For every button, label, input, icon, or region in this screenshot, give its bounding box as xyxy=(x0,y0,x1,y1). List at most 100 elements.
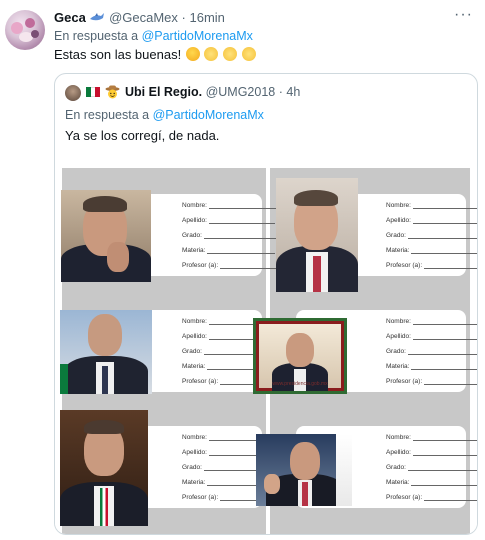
label-field-row: Grado: xyxy=(386,232,477,239)
label-field-name: Nombre: xyxy=(386,202,411,209)
label-field-name: Apellido: xyxy=(386,217,411,224)
quoted-tweet-text: Ya se los corregí, de nada. xyxy=(65,128,220,143)
portrait-photo xyxy=(60,310,152,394)
tweet-header: Geca @GecaMex · 16min xyxy=(54,10,225,25)
label-fill-line xyxy=(207,253,276,254)
label-field-name: Grado: xyxy=(386,348,406,355)
quoted-user-avatar[interactable] xyxy=(65,85,81,101)
tweet-time[interactable]: 16min xyxy=(189,10,224,25)
label-field-name: Apellido: xyxy=(386,333,411,340)
label-field-row: Grado: xyxy=(386,348,477,355)
label-field-row: Apellido: xyxy=(386,333,477,340)
label-field-name: Grado: xyxy=(182,232,202,239)
label-fill-line xyxy=(407,354,477,355)
label-fill-line xyxy=(424,268,477,269)
label-field-name: Grado: xyxy=(182,348,202,355)
label-field-row: Nombre: xyxy=(386,434,477,441)
label-field-name: Profesor (a): xyxy=(182,378,219,385)
label-fill-line xyxy=(424,384,477,385)
label-field-name: Materia: xyxy=(386,247,410,254)
label-field-name: Grado: xyxy=(182,464,202,471)
label-fill-line xyxy=(424,500,477,501)
label-field-row: Profesor (a): xyxy=(182,262,277,269)
label-field-name: Apellido: xyxy=(182,217,207,224)
shushing-face-emoji-icon xyxy=(185,47,200,61)
label-field-row: Materia: xyxy=(182,247,276,254)
label-field-name: Nombre: xyxy=(386,318,411,325)
label-fill-line xyxy=(203,238,276,239)
label-field-row: Materia: xyxy=(386,479,477,486)
label-field-name: Materia: xyxy=(182,247,206,254)
label-field-name: Materia: xyxy=(182,363,206,370)
quoted-tweet[interactable]: Ubi El Regio. @UMG2018 · 4h En respuesta… xyxy=(54,73,478,535)
label-fill-line xyxy=(208,223,275,224)
label-field-name: Grado: xyxy=(386,464,406,471)
label-field-row: Materia: xyxy=(386,363,477,370)
separator-dot: · xyxy=(278,85,283,99)
label-fill-line xyxy=(407,470,477,471)
label-field-row: Profesor (a): xyxy=(386,262,477,269)
label-fill-line xyxy=(412,339,477,340)
label-field-row: Nombre: xyxy=(386,202,477,209)
label-fill-line xyxy=(412,440,477,441)
label-fill-line xyxy=(412,223,477,224)
mexico-flag-icon xyxy=(86,87,101,97)
label-fill-line xyxy=(411,369,477,370)
label-fill-line xyxy=(208,208,277,209)
label-fill-line xyxy=(412,208,477,209)
more-options-icon[interactable]: ··· xyxy=(454,6,473,24)
tweet-text: Estas son las buenas! xyxy=(54,47,256,62)
label-field-name: Materia: xyxy=(386,479,410,486)
label-field-row: Nombre: xyxy=(386,318,477,325)
watermark-text: www.presidencia.gob.mx xyxy=(272,381,328,387)
label-field-name: Nombre: xyxy=(182,202,207,209)
label-field-name: Grado: xyxy=(386,232,406,239)
label-field-name: Profesor (a): xyxy=(182,262,219,269)
quoted-reply-to-link[interactable]: @PartidoMorenaMx xyxy=(153,108,264,122)
label-field-row: Profesor (a): xyxy=(386,378,477,385)
quoted-user-handle[interactable]: @UMG2018 xyxy=(206,85,276,99)
portrait-photo xyxy=(60,410,148,526)
label-fill-line xyxy=(411,485,477,486)
label-field-row: Apellido: xyxy=(386,217,477,224)
label-field-row: Grado: xyxy=(386,464,477,471)
label-field-name: Materia: xyxy=(386,363,410,370)
label-field-name: Apellido: xyxy=(182,449,207,456)
quoted-tweet-time[interactable]: 4h xyxy=(286,85,300,99)
clapping-hands-emoji-icon xyxy=(204,47,219,61)
label-field-name: Profesor (a): xyxy=(182,494,219,501)
tweet-body: Estas son las buenas! xyxy=(54,47,182,62)
portrait-photo xyxy=(256,434,352,506)
framed-portrait-photo: www.presidencia.gob.mx xyxy=(253,318,347,394)
quoted-media-image[interactable]: Nombre: Apellido: Grado: Materia: Profesor (… xyxy=(55,168,477,534)
tweet[interactable]: Geca @GecaMex · 16min ··· En respuesta a… xyxy=(0,0,485,540)
label-field-name: Apellido: xyxy=(182,333,207,340)
label-field-name: Profesor (a): xyxy=(386,262,423,269)
label-fill-line xyxy=(412,455,477,456)
label-field-name: Profesor (a): xyxy=(386,494,423,501)
label-sheet-image: Nombre: Apellido: Grado: Materia: Profesor (… xyxy=(60,168,477,534)
label-fill-line xyxy=(412,324,477,325)
clapping-hands-emoji-icon xyxy=(241,47,256,61)
reply-prefix: En respuesta a xyxy=(54,29,139,43)
reply-to-link[interactable]: @PartidoMorenaMx xyxy=(142,29,253,43)
label-field-name: Nombre: xyxy=(182,318,207,325)
separator-dot: · xyxy=(181,10,186,25)
label-field-row: Profesor (a): xyxy=(386,494,477,501)
display-name[interactable]: Geca xyxy=(54,10,86,25)
user-handle[interactable]: @GecaMex xyxy=(109,10,178,25)
label-field-name: Profesor (a): xyxy=(386,378,423,385)
label-field-name: Materia: xyxy=(182,479,206,486)
shark-icon xyxy=(90,13,105,21)
user-avatar[interactable] xyxy=(5,10,45,50)
label-field-row: Apellido: xyxy=(386,449,477,456)
label-field-row: Nombre: xyxy=(182,202,277,209)
quoted-reply-prefix: En respuesta a xyxy=(65,108,150,122)
quoted-reply-context: En respuesta a @PartidoMorenaMx xyxy=(65,108,264,122)
portrait-photo xyxy=(276,178,358,292)
quoted-display-name[interactable]: Ubi El Regio. xyxy=(125,85,202,99)
label-field-row: Materia: xyxy=(386,247,477,254)
cowboy-face-icon xyxy=(105,85,120,99)
label-field-name: Nombre: xyxy=(386,434,411,441)
label-field-row: Grado: xyxy=(182,232,276,239)
